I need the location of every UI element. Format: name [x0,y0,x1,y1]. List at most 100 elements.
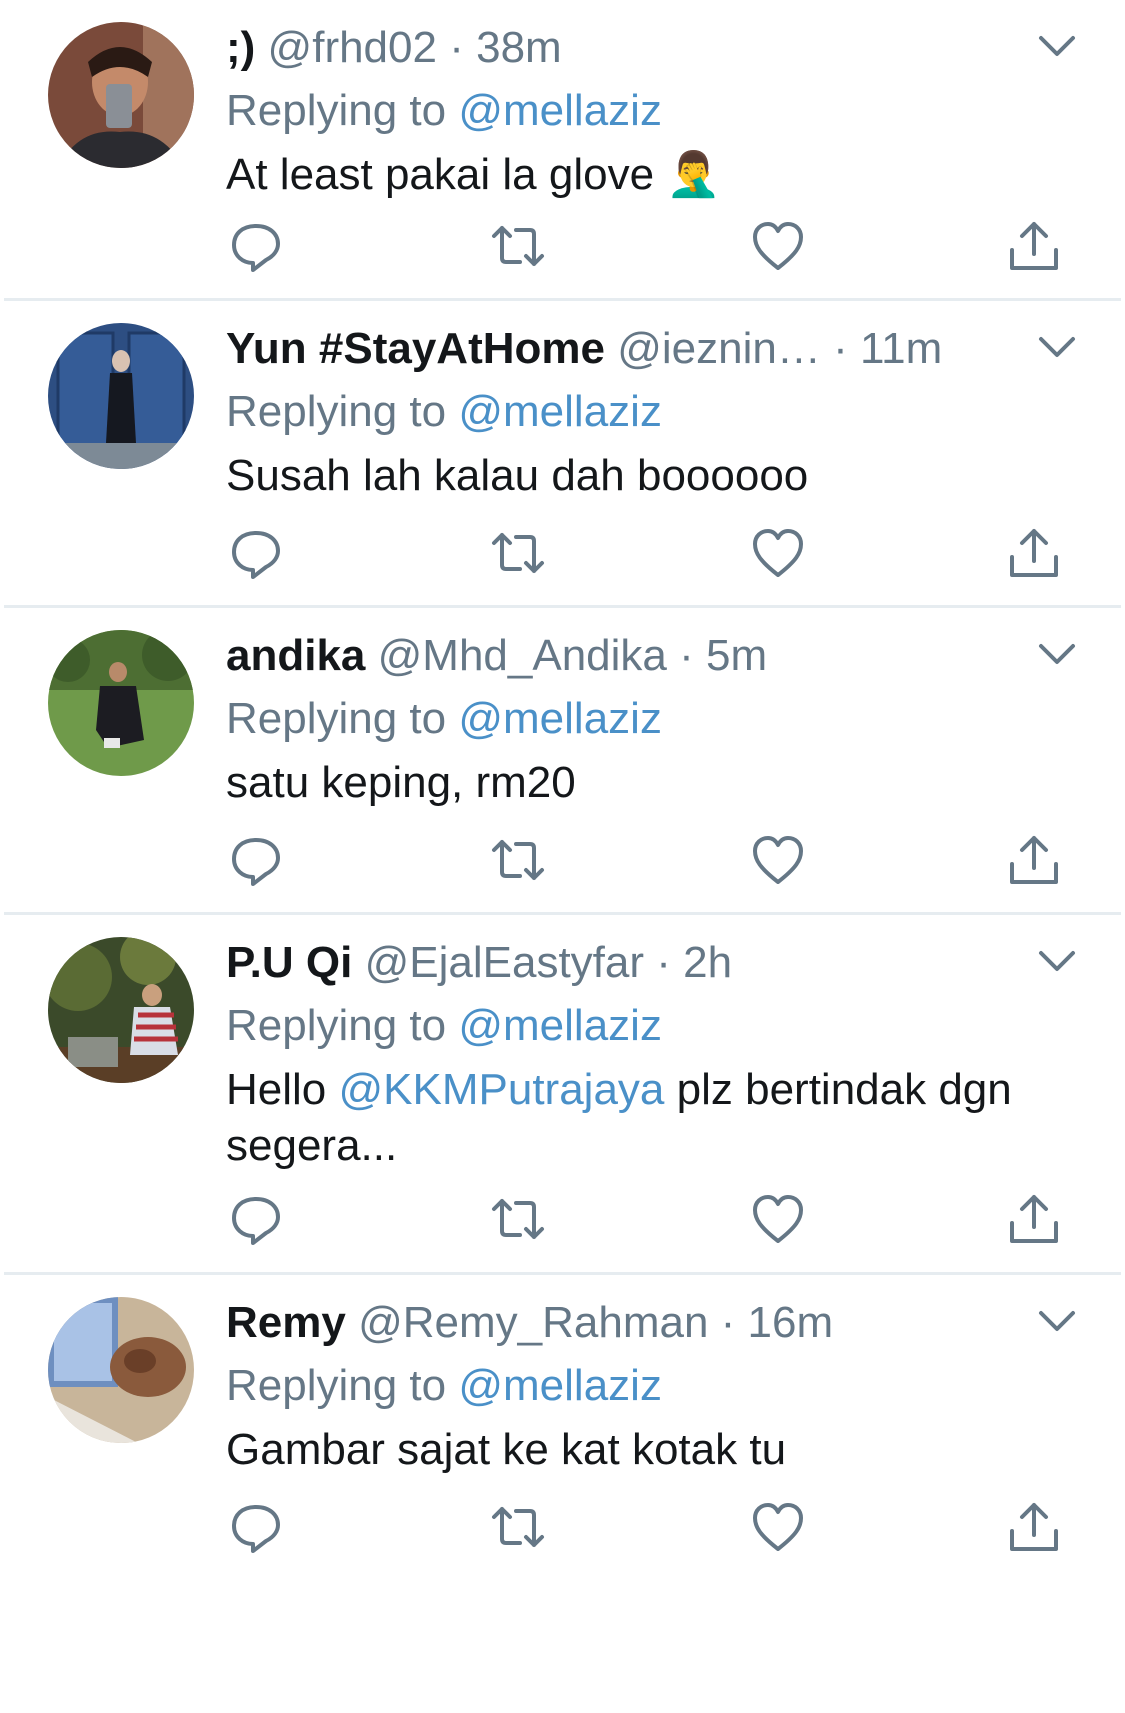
replying-to-mention[interactable]: @mellaziz [458,1001,662,1050]
replying-prefix: Replying to [226,86,459,135]
tweet[interactable]: P.U Qi @EjalEastyfar · 2h Replying to @m… [4,915,1121,1275]
chevron-down-icon[interactable] [1037,1307,1077,1335]
reply-icon [232,531,280,579]
timestamp: 16m [747,1298,834,1347]
share-icon [1010,529,1058,577]
tweet-text-body: Gambar sajat ke kat kotak tu [226,1425,787,1474]
reply-icon [232,224,280,272]
replying-to-mention[interactable]: @mellaziz [458,86,662,135]
tweet[interactable]: Remy @Remy_Rahman · 16m Replying to @mel… [4,1275,1121,1713]
reply-icon [232,838,280,886]
like-button[interactable] [748,523,808,583]
tweet-text: satu keping, rm20 [226,755,1081,811]
text-mention[interactable]: @KKMPutrajaya [339,1065,665,1114]
reply-button[interactable] [226,830,286,890]
retweet-button[interactable] [488,1189,548,1249]
tweet-header: andika @Mhd_Andika · 5m [226,626,1081,686]
display-name[interactable]: Yun #StayAtHome [226,324,605,373]
like-button[interactable] [748,830,808,890]
reply-button[interactable] [226,1497,286,1557]
retweet-button[interactable] [488,523,548,583]
tweet[interactable]: andika @Mhd_Andika · 5m Replying to @mel… [4,608,1121,915]
tweet-actions [226,216,1086,276]
user-handle[interactable]: @EjalEastyfar [365,938,644,987]
header-space [255,23,267,72]
user-handle[interactable]: @Remy_Rahman [358,1298,708,1347]
like-icon [753,222,803,270]
replying-to-mention[interactable]: @mellaziz [458,1361,662,1410]
timestamp: 38m [476,23,562,72]
display-name[interactable]: Remy [226,1298,346,1347]
share-button[interactable] [1004,216,1064,276]
header-space [352,938,364,987]
avatar-image [48,323,194,469]
retweet-button[interactable] [488,830,548,890]
share-button[interactable] [1004,1497,1064,1557]
display-name[interactable]: andika [226,631,365,680]
like-icon [753,836,803,884]
replying-prefix: Replying to [226,1361,459,1410]
tweet-text: At least pakai la glove 🤦‍♂️ [226,147,1081,203]
facepalm-emoji: 🤦‍♂️ [666,150,722,199]
header-space [365,631,377,680]
user-handle[interactable]: @frhd02 [268,23,437,72]
replying-to: Replying to @mellaziz [226,1356,1081,1416]
header-space [605,324,617,373]
like-button[interactable] [748,1189,808,1249]
share-icon [1010,1195,1058,1243]
share-icon [1010,222,1058,270]
separator-dot: · [666,631,706,680]
replying-to: Replying to @mellaziz [226,382,1081,442]
replying-to: Replying to @mellaziz [226,81,1081,141]
retweet-icon [492,1199,544,1239]
timestamp: 11m [859,324,943,373]
replying-prefix: Replying to [226,694,459,743]
tweet-header: P.U Qi @EjalEastyfar · 2h [226,933,1081,993]
avatar[interactable] [48,630,194,776]
reply-button[interactable] [226,523,286,583]
reply-button[interactable] [226,1189,286,1249]
retweet-button[interactable] [488,216,548,276]
avatar-image [48,22,194,168]
share-button[interactable] [1004,1189,1064,1249]
tweet[interactable]: ;) @frhd02 · 38m Replying to @mellaziz A… [4,0,1121,301]
avatar[interactable] [48,22,194,168]
avatar-image [48,1297,194,1443]
share-button[interactable] [1004,830,1064,890]
chevron-down-icon[interactable] [1037,947,1077,975]
replying-to-mention[interactable]: @mellaziz [458,387,662,436]
tweet-text-body: At least pakai la glove [226,150,667,199]
like-button[interactable] [748,216,808,276]
avatar[interactable] [48,323,194,469]
separator-dot: · [820,324,860,373]
tweet[interactable]: Yun #StayAtHome @ieznin… · 11m Replying … [4,301,1121,608]
avatar-image [48,630,194,776]
avatar[interactable] [48,937,194,1083]
tweet-actions [226,1497,1086,1557]
avatar[interactable] [48,1297,194,1443]
separator-dot: · [644,938,684,987]
separator-dot: · [708,1298,748,1347]
user-handle[interactable]: @ieznin… [617,324,821,373]
tweet-text-body: Susah lah kalau dah boooooo [226,451,809,500]
share-button[interactable] [1004,523,1064,583]
display-name[interactable]: P.U Qi [226,938,352,987]
chevron-down-icon[interactable] [1037,32,1077,60]
replying-to-mention[interactable]: @mellaziz [458,694,662,743]
tweet-text-body: satu keping, rm20 [226,758,576,807]
retweet-button[interactable] [488,1497,548,1557]
reply-button[interactable] [226,216,286,276]
tweet-header: Yun #StayAtHome @ieznin… · 11m [226,319,1081,379]
display-name[interactable]: ;) [226,23,255,72]
like-button[interactable] [748,1497,808,1557]
timestamp: 2h [683,938,733,987]
avatar-image [48,937,194,1083]
chevron-down-icon[interactable] [1037,333,1077,361]
tweet-actions [226,830,1086,890]
tweet-header: ;) @frhd02 · 38m [226,18,1081,78]
retweet-icon [492,226,544,266]
header-space [346,1298,358,1347]
chevron-down-icon[interactable] [1037,640,1077,668]
separator-dot: · [436,23,477,72]
user-handle[interactable]: @Mhd_Andika [378,631,667,680]
